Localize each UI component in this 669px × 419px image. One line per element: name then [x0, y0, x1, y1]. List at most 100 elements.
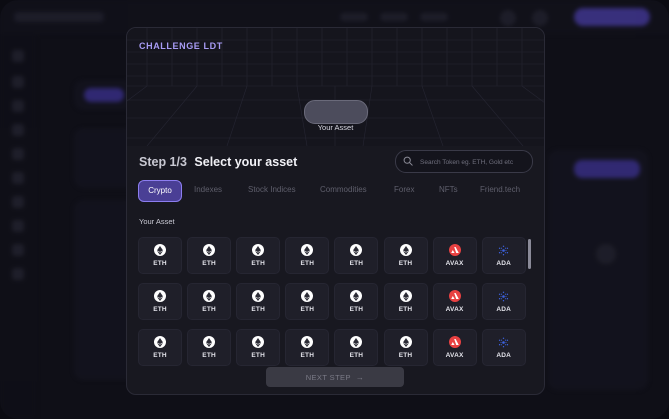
asset-grid: ETH ETH ETH ETH ETH ETH AVAX ADA ETH ETH ETH ETH ETH… — [138, 237, 526, 366]
tab-indexes[interactable]: Indexes — [194, 180, 222, 200]
asset-card-label: ETH — [349, 352, 364, 359]
app-window: CHALLENGE LDT Your Asset Step 1/3 Select… — [0, 0, 669, 419]
background-sidebar-icon — [12, 172, 24, 184]
background-accent — [84, 88, 124, 102]
asset-card-label: ETH — [349, 306, 364, 313]
next-step-label: NEXT STEP — [305, 372, 351, 382]
step-title: Select your asset — [194, 155, 298, 169]
asset-card-label: ETH — [202, 260, 216, 267]
ethereum-icon — [301, 290, 314, 302]
ethereum-icon — [350, 336, 363, 348]
background-sidebar-icon — [12, 220, 24, 232]
background-sidebar-icon — [12, 100, 24, 112]
background-icon — [596, 244, 616, 264]
asset-card-eth[interactable]: ETH — [138, 283, 182, 320]
ethereum-icon — [252, 336, 265, 348]
ethereum-icon — [399, 244, 412, 256]
background-sidebar-icon — [12, 148, 24, 160]
asset-card-eth[interactable]: ETH — [236, 329, 281, 366]
asset-card-eth[interactable]: ETH — [138, 237, 182, 274]
ethereum-icon — [252, 290, 265, 302]
asset-card-eth[interactable]: ETH — [383, 329, 428, 366]
background-card — [74, 128, 134, 188]
cardano-icon — [498, 290, 510, 302]
avalanche-icon — [448, 336, 461, 348]
asset-search[interactable] — [395, 150, 533, 173]
asset-card-eth[interactable]: ETH — [334, 329, 379, 366]
asset-card-label: AVAX — [445, 352, 464, 359]
challenge-modal: CHALLENGE LDT Your Asset Step 1/3 Select… — [126, 27, 545, 395]
asset-card-eth[interactable]: ETH — [334, 237, 379, 274]
background-sidebar-icon — [12, 268, 24, 280]
asset-card-label: ETH — [153, 306, 167, 313]
tab-stock-indices[interactable]: Stock Indices — [248, 180, 296, 200]
tab-forex[interactable]: Forex — [394, 180, 414, 200]
asset-card-eth[interactable]: ETH — [187, 329, 232, 366]
tab-nfts[interactable]: NFTs — [439, 180, 458, 200]
asset-card-eth[interactable]: ETH — [334, 283, 379, 320]
asset-card-eth[interactable]: ETH — [285, 237, 330, 274]
asset-card-label: ETH — [398, 306, 413, 313]
asset-card-eth[interactable]: ETH — [285, 283, 330, 320]
asset-card-ada[interactable]: ADA — [481, 237, 526, 274]
background-sidebar-icon — [12, 244, 24, 256]
asset-card-label: ETH — [153, 260, 167, 267]
background-card — [548, 150, 648, 390]
background-nav-item — [420, 13, 448, 21]
asset-card-ada[interactable]: ADA — [481, 329, 526, 366]
background-icon — [532, 10, 548, 26]
next-step-button[interactable]: NEXT STEP → — [266, 367, 404, 387]
background-sidebar-icon — [12, 196, 24, 208]
selected-asset-placeholder — [304, 100, 368, 124]
ethereum-icon — [203, 290, 216, 302]
background-sidebar-icon — [12, 50, 24, 62]
asset-card-label: ETH — [300, 260, 315, 267]
asset-card-label: AVAX — [445, 306, 464, 313]
asset-card-label: ETH — [251, 260, 265, 267]
search-input[interactable] — [418, 153, 532, 171]
ethereum-icon — [350, 244, 363, 256]
asset-card-eth[interactable]: ETH — [187, 237, 232, 274]
asset-card-eth[interactable]: ETH — [383, 237, 428, 274]
asset-card-eth[interactable]: ETH — [138, 329, 182, 366]
asset-card-label: ETH — [398, 260, 413, 267]
asset-card-eth[interactable]: ETH — [383, 283, 428, 320]
ethereum-icon — [154, 336, 166, 348]
cardano-icon — [498, 244, 510, 256]
asset-card-eth[interactable]: ETH — [285, 329, 330, 366]
ethereum-icon — [350, 290, 363, 302]
step-heading: Step 1/3 Select your asset — [139, 155, 297, 169]
asset-card-avax[interactable]: AVAX — [432, 329, 477, 366]
tab-friend-tech[interactable]: Friend.tech — [480, 180, 520, 200]
asset-card-label: ETH — [251, 306, 265, 313]
arrow-right-icon: → — [355, 372, 365, 382]
asset-card-ada[interactable]: ADA — [481, 283, 526, 320]
tab-commodities[interactable]: Commodities — [320, 180, 367, 200]
asset-card-label: ETH — [202, 306, 216, 313]
ethereum-icon — [203, 244, 216, 256]
background-sidebar-icon — [12, 124, 24, 136]
ethereum-icon — [301, 336, 314, 348]
asset-card-avax[interactable]: AVAX — [432, 237, 477, 274]
background-button — [574, 8, 650, 26]
asset-card-label: ETH — [300, 352, 315, 359]
challenge-title: CHALLENGE LDT — [139, 41, 223, 51]
asset-card-avax[interactable]: AVAX — [432, 283, 477, 320]
background-card — [74, 200, 134, 380]
step-number: Step 1/3 — [139, 155, 187, 169]
background-logo — [14, 12, 104, 22]
asset-card-eth[interactable]: ETH — [236, 283, 281, 320]
ethereum-icon — [203, 336, 216, 348]
asset-card-label: ADA — [496, 352, 512, 359]
ethereum-icon — [301, 244, 314, 256]
asset-grid-scrollbar[interactable] — [528, 239, 531, 269]
asset-card-label: ETH — [300, 306, 315, 313]
background-icon — [500, 10, 516, 26]
background-nav-item — [380, 13, 408, 21]
ethereum-icon — [399, 290, 412, 302]
tab-crypto[interactable]: Crypto — [138, 180, 182, 202]
asset-card-eth[interactable]: ETH — [236, 237, 281, 274]
asset-card-eth[interactable]: ETH — [187, 283, 232, 320]
avalanche-icon — [448, 244, 461, 256]
asset-card-label: AVAX — [445, 260, 464, 267]
